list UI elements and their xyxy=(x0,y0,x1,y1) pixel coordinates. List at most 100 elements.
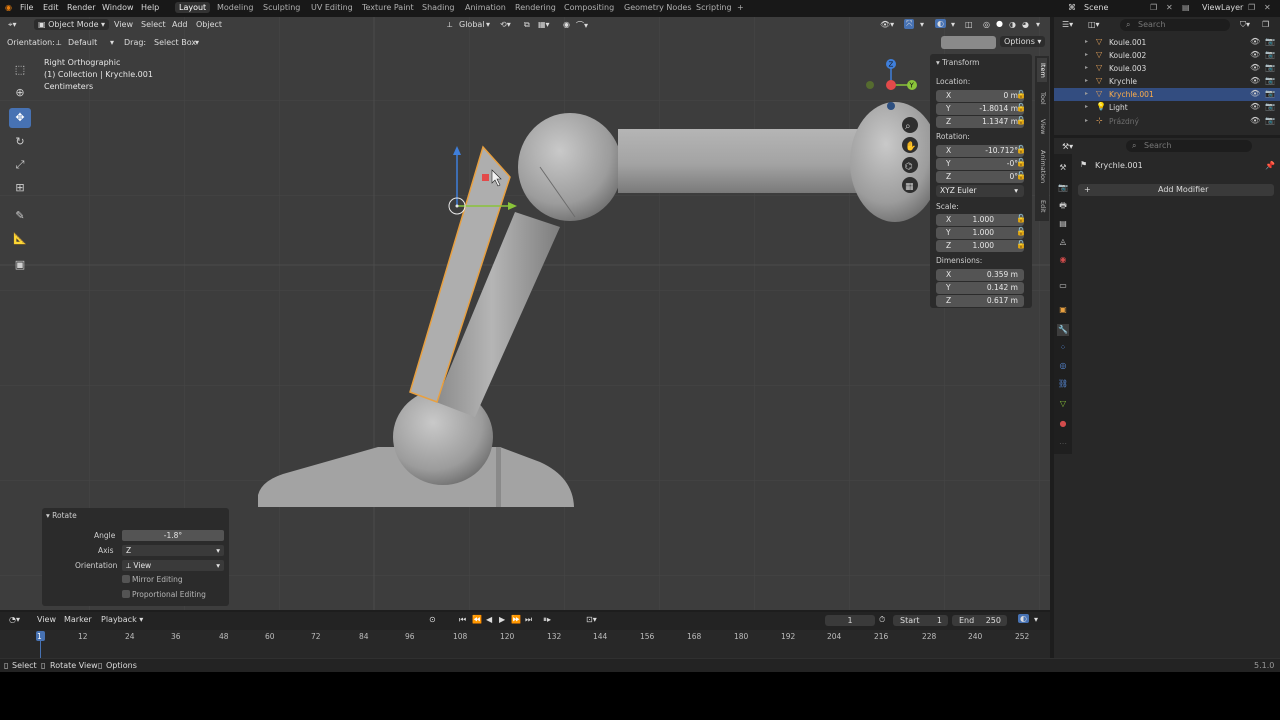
angle-field[interactable]: -1.8° xyxy=(122,530,224,541)
tab-animation[interactable]: Animation xyxy=(461,2,510,13)
start-frame-field[interactable]: Start 1 xyxy=(893,615,948,626)
mode-dropdown[interactable]: ▣ Object Mode ▾ xyxy=(34,19,110,30)
eye-icon[interactable]: 👁 xyxy=(1250,102,1260,111)
eye-icon[interactable]: 👁 xyxy=(1250,116,1260,125)
shading-solid-icon[interactable]: ● xyxy=(996,19,1003,28)
scale-y-field[interactable]: Y 1.000 xyxy=(936,227,1024,239)
editor-type-icon[interactable]: ⌖▾ xyxy=(8,20,17,30)
expand-arrow-icon[interactable]: ▸ xyxy=(1085,77,1088,84)
redo-panel-header[interactable]: ▾ Rotate xyxy=(46,511,77,520)
onion-skin-icon[interactable]: ◐ xyxy=(1018,614,1029,623)
eye-icon[interactable]: 👁 xyxy=(1250,37,1260,46)
menu-render[interactable]: Render xyxy=(67,3,95,12)
outliner-item[interactable]: ▸ ▽ Koule.002 👁 📷 xyxy=(1054,49,1280,62)
axis-x-icon[interactable] xyxy=(886,80,896,90)
side-tab-item[interactable]: Item xyxy=(1037,58,1047,82)
viewport-menu-select[interactable]: Select xyxy=(141,20,166,29)
outliner-item[interactable]: ▸ ▽ Koule.003 👁 📷 xyxy=(1054,62,1280,75)
axis-neg-z-icon[interactable] xyxy=(887,102,895,110)
proportional-falloff-icon[interactable]: ⌒▾ xyxy=(576,20,588,31)
jump-keyframe-back-icon[interactable]: ⏪ xyxy=(472,615,482,624)
timeline-menu-view[interactable]: View xyxy=(37,615,56,624)
lock-icon[interactable]: 🔓 xyxy=(1016,145,1026,154)
outliner-editor-type-icon[interactable]: ☰▾ xyxy=(1062,20,1073,29)
options-dropdown[interactable]: Options ▾ xyxy=(1000,36,1046,47)
overlays-toggle-icon[interactable]: ◐ xyxy=(935,19,946,28)
end-frame-field[interactable]: End 250 xyxy=(952,615,1007,626)
scale-tool[interactable]: ⤢ xyxy=(9,155,31,175)
eye-icon[interactable]: 👁 xyxy=(1250,63,1260,72)
tab-modeling[interactable]: Modeling xyxy=(213,2,257,13)
lock-icon[interactable]: 🔓 xyxy=(1016,214,1026,223)
shading-material-icon[interactable]: ◑ xyxy=(1009,20,1016,29)
properties-editor-type-icon[interactable]: ⚒▾ xyxy=(1062,142,1073,151)
delete-view-layer-icon[interactable]: ✕ xyxy=(1264,3,1271,12)
play-reverse-icon[interactable]: ◀ xyxy=(486,615,492,624)
timeline-track-area[interactable] xyxy=(0,630,1050,658)
collection-props-icon[interactable]: ▭ xyxy=(1057,280,1069,292)
orientation-dropdown[interactable]: ⟂ View ▾ xyxy=(122,560,224,571)
expand-arrow-icon[interactable]: ▸ xyxy=(1085,90,1088,97)
new-view-layer-icon[interactable]: ❐ xyxy=(1248,3,1255,12)
lock-icon[interactable]: 🔓 xyxy=(1016,158,1026,167)
lock-icon[interactable]: 🔓 xyxy=(1016,90,1026,99)
current-frame-field[interactable]: 1 xyxy=(825,615,875,626)
scene-icon[interactable]: ⌘ xyxy=(1068,3,1076,12)
viewport-menu-add[interactable]: Add xyxy=(172,20,188,29)
gizmo-toggle-icon[interactable]: ⤧ xyxy=(904,19,915,29)
view-layer-props-icon[interactable]: ▤ xyxy=(1057,218,1069,230)
snap-icon[interactable]: ⧉ xyxy=(524,20,530,30)
select-box-tool[interactable]: ⬚ xyxy=(9,60,31,80)
xray-toggle-icon[interactable]: ◫ xyxy=(965,20,973,29)
view-layer-name[interactable]: ViewLayer xyxy=(1202,3,1243,12)
viewport-menu-view[interactable]: View xyxy=(114,20,133,29)
keying-set-icon[interactable]: ⊡▾ xyxy=(586,615,597,624)
scale-z-field[interactable]: Z 1.000 xyxy=(936,240,1024,252)
shading-rendered-icon[interactable]: ◕ xyxy=(1022,20,1029,29)
new-collection-icon[interactable]: ❐ xyxy=(1262,20,1269,29)
render-props-icon[interactable]: 📷 xyxy=(1057,182,1069,194)
expand-arrow-icon[interactable]: ▸ xyxy=(1085,51,1088,58)
visibility-icon[interactable]: 👁▾ xyxy=(880,20,894,29)
outliner-item[interactable]: ▸ 💡 Light 👁 📷 xyxy=(1054,101,1280,114)
transform-tool[interactable]: ⊞ xyxy=(9,178,31,198)
drag-dropdown[interactable]: Select Box xyxy=(154,38,196,47)
rotation-mode-dropdown[interactable]: XYZ Euler ▾ xyxy=(936,185,1024,197)
scene-props-icon[interactable]: ◬ xyxy=(1057,236,1069,248)
outliner-item[interactable]: ▸ ▽ Krychle 👁 📷 xyxy=(1054,75,1280,88)
menu-file[interactable]: File xyxy=(20,3,33,12)
jump-end-icon[interactable]: ⏭ xyxy=(525,615,532,625)
location-x-field[interactable]: X0 m xyxy=(936,90,1024,102)
menu-edit[interactable]: Edit xyxy=(43,3,59,12)
cursor-tool[interactable]: ⊕ xyxy=(9,83,31,103)
navigation-gizmo[interactable]: Z Y ⌕ ✋ ⌬ ▦ xyxy=(860,56,924,196)
side-tab-tool[interactable]: Tool xyxy=(1037,86,1047,110)
tab-shading[interactable]: Shading xyxy=(418,2,459,13)
pivot-point-icon[interactable]: ⟲▾ xyxy=(500,20,511,29)
axis-neg-y-icon[interactable] xyxy=(866,81,874,89)
tab-scripting[interactable]: Scripting xyxy=(692,2,736,13)
shading-wireframe-icon[interactable]: ◎ xyxy=(983,20,990,29)
menu-window[interactable]: Window xyxy=(102,3,134,12)
rotation-x-field[interactable]: X -10.712° xyxy=(936,145,1024,157)
auto-keying-icon[interactable]: ⊙ xyxy=(429,615,436,624)
render-camera-icon[interactable]: 📷 xyxy=(1265,76,1275,85)
eye-icon[interactable]: 👁 xyxy=(1250,89,1260,98)
tab-uv-editing[interactable]: UV Editing xyxy=(307,2,357,13)
play-icon[interactable]: ▶ xyxy=(499,615,505,624)
location-z-field[interactable]: Z 1.1347 m xyxy=(936,116,1024,128)
blender-logo-icon[interactable]: ◉ xyxy=(5,3,12,12)
filter-icon[interactable]: ⛉▾ xyxy=(1240,20,1250,30)
expand-arrow-icon[interactable]: ▸ xyxy=(1085,64,1088,71)
viewport-menu-object[interactable]: Object xyxy=(196,20,222,29)
tab-rendering[interactable]: Rendering xyxy=(511,2,560,13)
jump-start-icon[interactable]: ⏮ xyxy=(459,615,466,625)
timeline-editor-type-icon[interactable]: ◔▾ xyxy=(9,615,20,624)
render-camera-icon[interactable]: 📷 xyxy=(1265,116,1275,125)
lock-icon[interactable]: 🔓 xyxy=(1016,240,1026,249)
side-tab-edit[interactable]: Edit xyxy=(1037,194,1047,218)
mirror-editing-checkbox[interactable] xyxy=(122,575,130,583)
render-camera-icon[interactable]: 📷 xyxy=(1265,102,1275,111)
timeline-playback-dropdown[interactable]: Playback ▾ xyxy=(101,615,143,624)
proportional-editing-checkbox[interactable] xyxy=(122,590,130,598)
